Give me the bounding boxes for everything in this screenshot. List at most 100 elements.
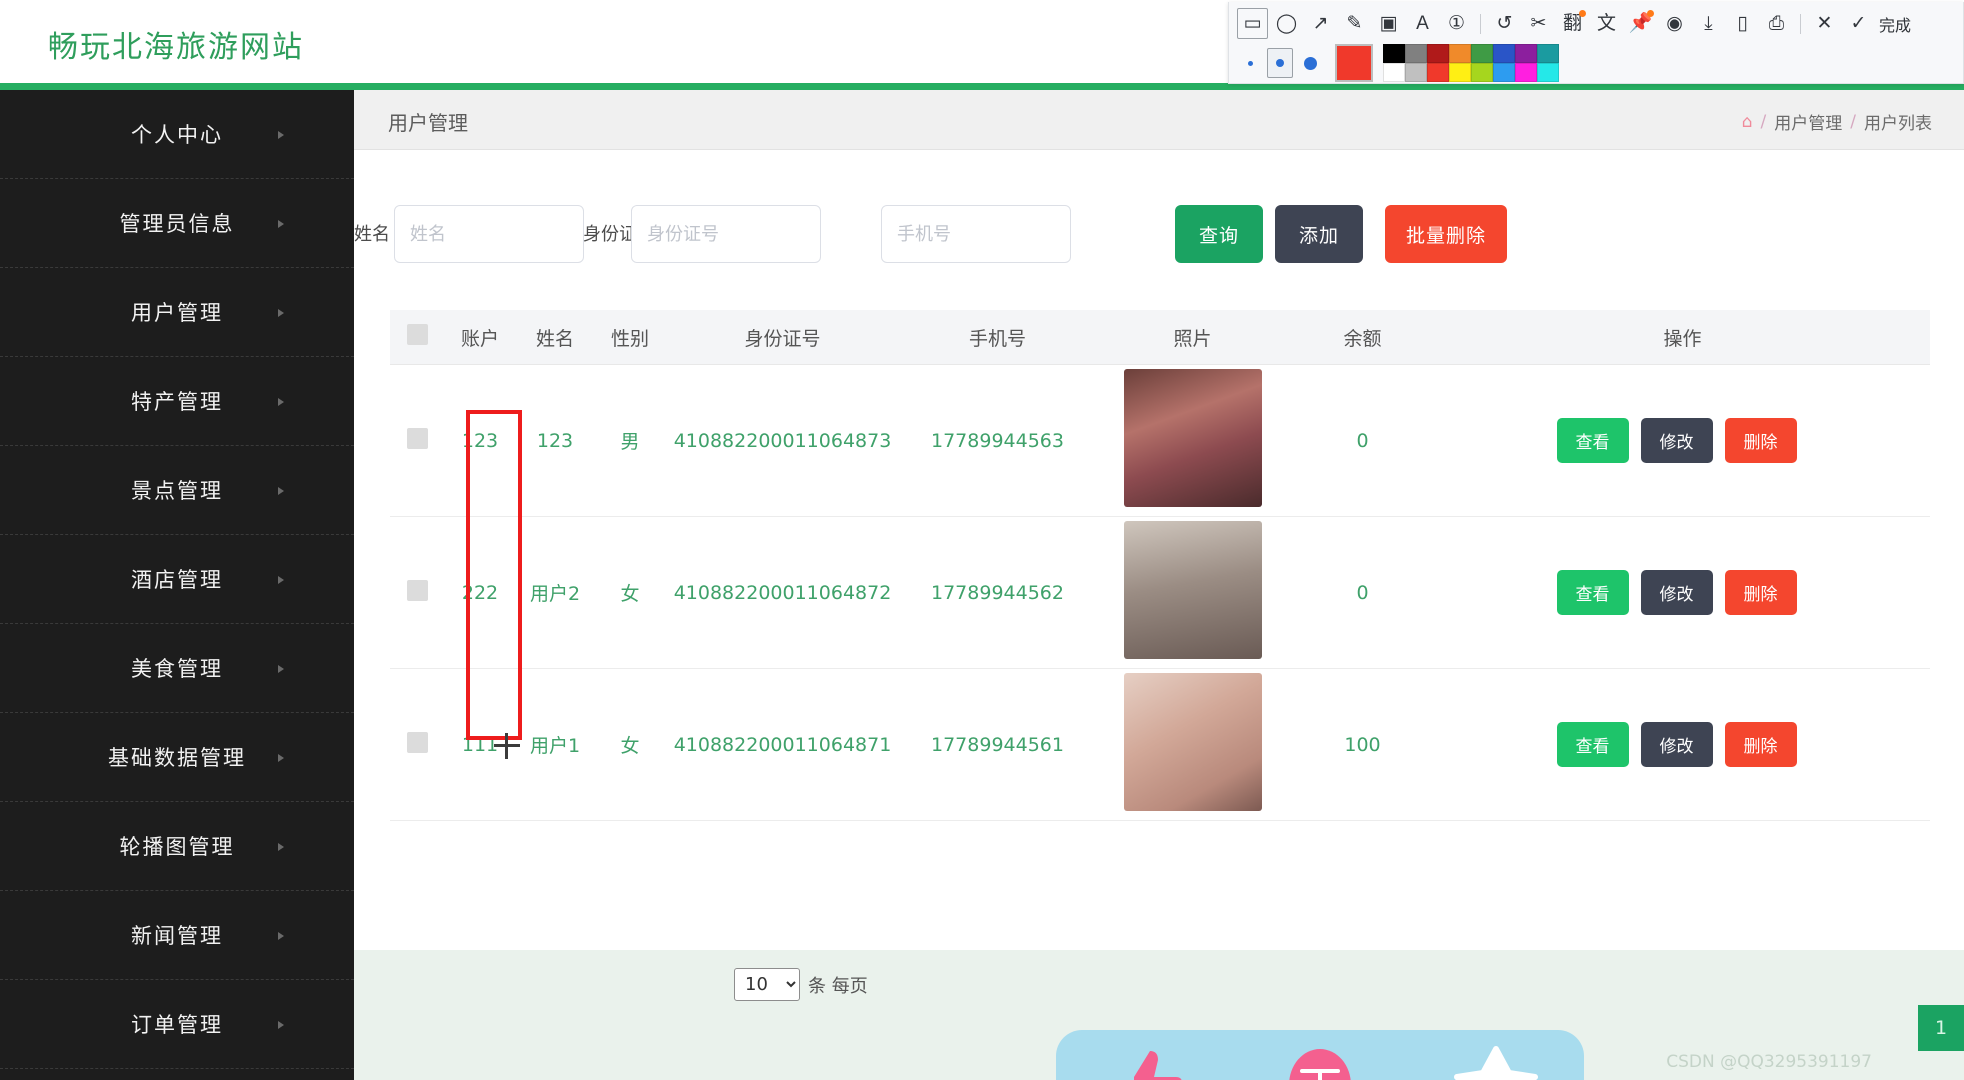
sidebar-item-个人中心[interactable]: 个人中心 (0, 90, 354, 179)
view-button[interactable]: 查看 (1556, 570, 1629, 615)
delete-button[interactable]: 删除 (1724, 570, 1797, 615)
search-input-0[interactable] (394, 205, 584, 263)
edit-button[interactable]: 修改 (1640, 570, 1713, 615)
sidebar-item-订单管理[interactable]: 订单管理 (0, 980, 354, 1069)
table-header-身份证号: 身份证号 (744, 327, 821, 350)
cancel-button[interactable]: ✕ (1809, 8, 1840, 39)
pagination-controls[interactable]: 102050100 条 每页 (734, 968, 868, 1001)
sidebar-item-景点管理[interactable]: 景点管理 (0, 446, 354, 535)
add-button[interactable]: 添加 (1275, 205, 1363, 263)
query-button[interactable]: 查询 (1175, 205, 1263, 263)
delete-button[interactable]: 删除 (1724, 418, 1797, 463)
page-size-select[interactable]: 102050100 (734, 968, 800, 1001)
sidebar-item-用户管理[interactable]: 用户管理 (0, 268, 354, 357)
thumbs-up-icon[interactable] (1096, 1037, 1192, 1080)
home-icon[interactable]: ⌂ (1742, 112, 1753, 132)
pencil-tool[interactable]: ✎ (1339, 8, 1370, 39)
sidebar-item-label: 景点管理 (131, 479, 223, 503)
sidebar-item-管理员信息[interactable]: 管理员信息 (0, 179, 354, 268)
pagination-page-1[interactable]: 1 (1918, 1005, 1964, 1051)
bookmark-tool[interactable]: ⎙ (1761, 8, 1792, 39)
size-large[interactable] (1297, 48, 1323, 78)
color-swatch[interactable] (1383, 44, 1405, 63)
color-swatch[interactable] (1493, 44, 1515, 63)
color-swatch[interactable] (1405, 44, 1427, 63)
screenshot-annotation-toolbar[interactable]: ▭ ◯ ↗ ✎ ▣ A ① ↺ ✂ 翻文 📌 ◉ ⤓ ▯ ⎙ ✕ ✓ 完成 (1228, 2, 1964, 84)
sidebar-item-特产管理[interactable]: 特产管理 (0, 357, 354, 446)
row-checkbox[interactable] (407, 579, 428, 601)
search-form[interactable]: 姓名身份证号手机号查询添加批量删除 (354, 196, 1964, 276)
color-palette[interactable] (1383, 44, 1559, 82)
edit-button[interactable]: 修改 (1640, 418, 1713, 463)
rectangle-tool[interactable]: ▭ (1237, 8, 1268, 39)
color-swatch[interactable] (1515, 44, 1537, 63)
mosaic-tool[interactable]: ▣ (1373, 8, 1404, 39)
ellipse-tool[interactable]: ◯ (1271, 8, 1302, 39)
color-swatch[interactable] (1515, 63, 1537, 82)
color-swatch[interactable] (1427, 63, 1449, 82)
pin-tool[interactable]: 📌 (1625, 8, 1656, 39)
size-medium[interactable] (1267, 48, 1293, 78)
content-card: 姓名身份证号手机号查询添加批量删除 账户姓名性别身份证号手机号照片余额操作 12… (354, 150, 1964, 950)
search-label-0: 姓名 (354, 224, 390, 245)
breadcrumb[interactable]: ⌂ / 用户管理 / 用户列表 (1742, 109, 1932, 135)
bulk-delete-button[interactable]: 批量删除 (1385, 205, 1507, 263)
mobile-send-tool[interactable]: ▯ (1727, 8, 1758, 39)
toolbar-divider (1480, 13, 1481, 34)
floating-feedback-widget[interactable] (1056, 1030, 1584, 1080)
user-photo[interactable] (1123, 673, 1262, 811)
sidebar-item-酒店管理[interactable]: 酒店管理 (0, 535, 354, 624)
row-checkbox[interactable] (407, 427, 428, 449)
ocr-text-tool[interactable]: 文 (1591, 8, 1622, 39)
color-swatch[interactable] (1449, 44, 1471, 63)
text-tool[interactable]: A (1407, 8, 1438, 39)
ocr-translate-tool[interactable]: 翻 (1557, 8, 1588, 39)
annotation-tool-row[interactable]: ▭ ◯ ↗ ✎ ▣ A ① ↺ ✂ 翻文 📌 ◉ ⤓ ▯ ⎙ ✕ ✓ 完成 (1237, 8, 1911, 39)
search-input-1[interactable] (631, 205, 821, 263)
table-row[interactable]: 123 123 男 410882200011064873 17789944563 0 查看修… (390, 365, 1930, 517)
view-button[interactable]: 查看 (1556, 722, 1629, 767)
sidebar-item-新闻管理[interactable]: 新闻管理 (0, 891, 354, 980)
done-label[interactable]: 完成 (1879, 12, 1911, 36)
confirm-button[interactable]: ✓ (1843, 8, 1874, 39)
color-swatch[interactable] (1427, 44, 1449, 63)
row-checkbox[interactable] (407, 731, 428, 753)
search-input-2[interactable] (881, 205, 1071, 263)
breadcrumb-level1[interactable]: 用户管理 (1774, 109, 1842, 134)
star-icon[interactable] (1448, 1037, 1544, 1080)
color-swatch[interactable] (1471, 44, 1493, 63)
sidebar-item-轮播图管理[interactable]: 轮播图管理 (0, 802, 354, 891)
sidebar[interactable]: 个人中心 管理员信息 用户管理 特产管理景点管理酒店管理 美食管理 基础数据管理 轮播图管理… (0, 90, 354, 1080)
color-swatch[interactable] (1537, 63, 1559, 82)
table-row[interactable]: 111 用户1 女 410882200011064871 17789944561 100 查… (390, 669, 1930, 821)
color-swatch[interactable] (1383, 63, 1405, 82)
user-photo[interactable] (1123, 521, 1262, 659)
dislike-circle-icon[interactable] (1272, 1037, 1368, 1080)
record-tool[interactable]: ◉ (1659, 8, 1690, 39)
view-button[interactable]: 查看 (1556, 418, 1629, 463)
stroke-size-group[interactable] (1237, 48, 1323, 78)
current-color-swatch[interactable] (1335, 44, 1373, 82)
edit-button[interactable]: 修改 (1640, 722, 1713, 767)
download-tool[interactable]: ⤓ (1693, 8, 1724, 39)
size-small[interactable] (1237, 48, 1263, 78)
table-header-账户: 账户 (460, 327, 499, 350)
undo-tool[interactable]: ↺ (1489, 8, 1520, 39)
annotation-style-row[interactable] (1237, 44, 1559, 82)
sidebar-item-基础数据管理[interactable]: 基础数据管理 (0, 713, 354, 802)
delete-button[interactable]: 删除 (1724, 722, 1797, 767)
table-header-手机号: 手机号 (968, 327, 1026, 350)
arrow-tool[interactable]: ↗ (1305, 8, 1336, 39)
color-swatch[interactable] (1405, 63, 1427, 82)
table-row[interactable]: 222 用户2 女 410882200011064872 17789944562 0 查看修… (390, 517, 1930, 669)
select-all-checkbox[interactable] (407, 324, 428, 345)
serial-number-tool[interactable]: ① (1441, 8, 1472, 39)
color-swatch[interactable] (1449, 63, 1471, 82)
sidebar-item-美食管理[interactable]: 美食管理 (0, 624, 354, 713)
user-photo[interactable] (1123, 369, 1262, 507)
color-swatch[interactable] (1537, 44, 1559, 63)
crop-tool[interactable]: ✂ (1523, 8, 1554, 39)
user-table: 账户 姓名 性别 身份证号 手机号 照片 余额 操作 123 123 男 4108822000110… (390, 310, 1930, 821)
color-swatch[interactable] (1471, 63, 1493, 82)
color-swatch[interactable] (1493, 63, 1515, 82)
